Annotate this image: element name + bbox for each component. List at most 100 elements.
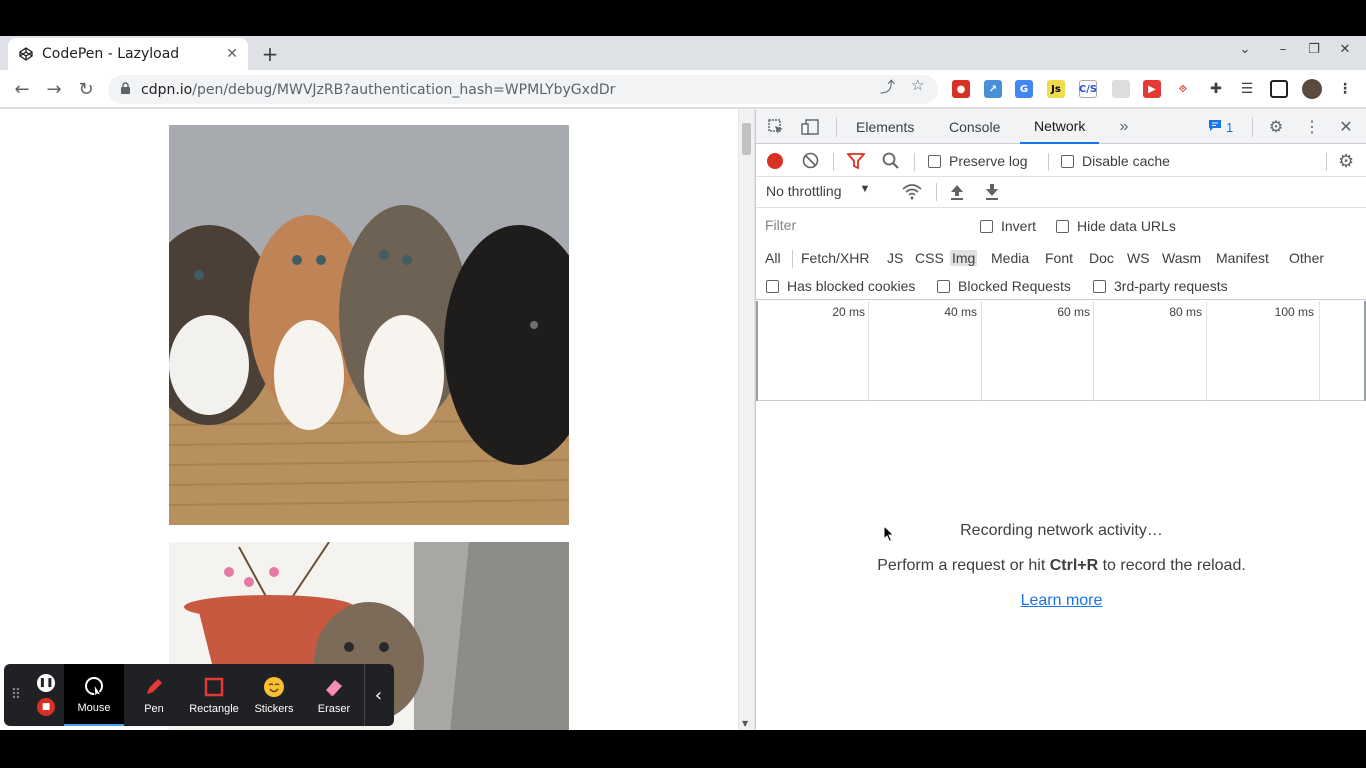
share-icon[interactable]: ⤴ — [880, 76, 895, 97]
devtools-menu-icon[interactable]: ⋮ — [1302, 117, 1322, 137]
tab-console[interactable]: Console — [949, 109, 1000, 144]
menu-kebab-icon[interactable]: ⋮ — [1336, 80, 1354, 98]
devtools-panel: Elements Console Network » 1 ⚙ ⋮ ✕ Prese… — [755, 109, 1366, 730]
new-tab-button[interactable]: + — [258, 42, 282, 66]
tool-label: Eraser — [317, 702, 351, 715]
search-icon[interactable] — [882, 152, 900, 173]
import-har-icon[interactable] — [949, 183, 965, 203]
type-ws[interactable]: WS — [1125, 250, 1152, 266]
third-party-requests-checkbox[interactable]: 3rd-party requests — [1093, 278, 1228, 294]
message-icon — [1208, 119, 1222, 135]
type-wasm[interactable]: Wasm — [1160, 250, 1203, 266]
device-toolbar-icon[interactable] — [800, 117, 820, 137]
extension-icon-8[interactable]: ⟐ — [1174, 80, 1192, 98]
tool-rectangle[interactable]: Rectangle — [184, 664, 244, 726]
divider — [914, 153, 915, 171]
has-blocked-cookies-checkbox[interactable]: Has blocked cookies — [766, 278, 915, 294]
type-other[interactable]: Other — [1287, 250, 1326, 266]
close-devtools-icon[interactable]: ✕ — [1336, 117, 1356, 137]
css-extension-icon[interactable]: C/S — [1079, 80, 1097, 98]
extension-icon-2[interactable]: ↗ — [984, 80, 1002, 98]
js-extension-icon[interactable]: Js — [1047, 80, 1065, 98]
type-all[interactable]: All — [763, 250, 783, 266]
extensions-puzzle-icon[interactable]: ✚ — [1207, 80, 1225, 98]
blocked-requests-checkbox[interactable]: Blocked Requests — [937, 278, 1071, 294]
timeline-start — [756, 301, 758, 401]
type-media[interactable]: Media — [989, 250, 1031, 266]
learn-more-link[interactable]: Learn more — [756, 592, 1366, 610]
tab-search-icon[interactable]: ⌄ — [1234, 42, 1256, 57]
pause-icon[interactable]: ❚❚ — [37, 674, 55, 692]
forward-icon[interactable]: → — [42, 77, 66, 101]
clear-icon[interactable] — [802, 152, 819, 172]
type-js[interactable]: JS — [885, 250, 905, 266]
tool-stickers[interactable]: Stickers — [244, 664, 304, 726]
page-scrollbar[interactable]: ▼ — [738, 109, 754, 730]
tool-label: Stickers — [254, 702, 294, 715]
network-overview-timeline[interactable]: 20 ms 40 ms 60 ms 80 ms 100 ms — [756, 301, 1366, 401]
drag-handle-icon[interactable]: ⠿ — [4, 664, 28, 726]
timeline-gridline — [1093, 301, 1094, 401]
youtube-extension-icon[interactable]: ▶ — [1143, 80, 1161, 98]
more-tabs-chevron-icon[interactable]: » — [1114, 117, 1134, 137]
tab-elements[interactable]: Elements — [856, 109, 914, 144]
timeline-gridline — [1206, 301, 1207, 401]
collapse-chevron-icon[interactable]: ‹ — [364, 664, 392, 726]
disable-cache-checkbox[interactable]: Disable cache — [1061, 153, 1170, 169]
issues-count: 1 — [1226, 119, 1234, 135]
type-fetch-xhr[interactable]: Fetch/XHR — [799, 250, 871, 266]
record-icon[interactable] — [767, 153, 783, 169]
back-icon[interactable]: ← — [10, 77, 34, 101]
divider — [1326, 153, 1327, 171]
hide-data-urls-checkbox[interactable]: Hide data URLs — [1056, 218, 1176, 234]
extension-icon-6[interactable] — [1112, 80, 1130, 98]
address-bar[interactable]: cdpn.io/pen/debug/MWVJzRB?authentication… — [108, 75, 938, 104]
invert-checkbox[interactable]: Invert — [980, 218, 1036, 234]
side-panel-icon[interactable] — [1270, 80, 1288, 98]
inspect-element-icon[interactable] — [766, 117, 786, 137]
cursor-circle-icon — [83, 675, 105, 697]
kittens-image — [169, 125, 569, 525]
close-tab-icon[interactable]: ✕ — [226, 46, 238, 62]
type-css[interactable]: CSS — [913, 250, 946, 266]
extension-icon-1[interactable]: ● — [952, 80, 970, 98]
export-har-icon[interactable] — [984, 183, 1000, 203]
issues-badge[interactable]: 1 — [1202, 117, 1239, 137]
maximize-icon[interactable]: ❐ — [1303, 42, 1325, 57]
reading-list-icon[interactable]: ☰ — [1238, 80, 1256, 98]
resource-type-filters: All Fetch/XHR JS CSS Img Media Font Doc … — [756, 243, 1366, 272]
tab-network[interactable]: Network — [1020, 109, 1100, 144]
type-font[interactable]: Font — [1043, 250, 1075, 266]
translate-icon[interactable]: G — [1015, 80, 1033, 98]
network-conditions-icon[interactable] — [902, 184, 922, 203]
type-img[interactable]: Img — [950, 250, 978, 266]
settings-gear-icon[interactable]: ⚙ — [1266, 117, 1286, 137]
throttling-select[interactable]: No throttling ▼ — [766, 183, 870, 199]
rectangle-icon — [203, 676, 225, 698]
tick-label: 40 ms — [944, 305, 977, 319]
scrollbar-thumb[interactable] — [742, 123, 751, 155]
reload-icon[interactable]: ↻ — [74, 77, 98, 101]
preserve-log-checkbox[interactable]: Preserve log — [928, 153, 1028, 169]
type-manifest[interactable]: Manifest — [1214, 250, 1271, 266]
minimize-icon[interactable]: – — [1272, 42, 1294, 57]
codepen-icon — [18, 46, 34, 62]
tool-label: Mouse — [77, 701, 111, 714]
close-window-icon[interactable]: ✕ — [1334, 42, 1356, 57]
lock-icon — [120, 80, 131, 99]
tool-pen[interactable]: Pen — [124, 664, 184, 726]
tool-mouse[interactable]: Mouse — [64, 664, 124, 726]
stop-icon[interactable]: ■ — [37, 698, 55, 716]
filter-input[interactable]: Filter — [762, 213, 964, 237]
type-doc[interactable]: Doc — [1087, 250, 1116, 266]
tool-label: Pen — [144, 702, 164, 715]
avatar[interactable] — [1302, 79, 1322, 99]
browser-tab[interactable]: CodePen - Lazyload ✕ — [8, 38, 248, 70]
bookmark-star-icon[interactable]: ☆ — [911, 76, 924, 94]
tab-strip: CodePen - Lazyload ✕ + ⌄ – ❐ ✕ — [0, 36, 1366, 70]
network-settings-gear-icon[interactable]: ⚙ — [1338, 151, 1354, 172]
tool-eraser[interactable]: Eraser — [304, 664, 364, 726]
screen-recorder-toolbar: ⠿ ❚❚ ■ Mouse Pen Rectangle Stickers Eras… — [4, 664, 394, 726]
filter-funnel-icon[interactable] — [846, 153, 866, 172]
scroll-down-icon[interactable]: ▼ — [742, 719, 748, 728]
